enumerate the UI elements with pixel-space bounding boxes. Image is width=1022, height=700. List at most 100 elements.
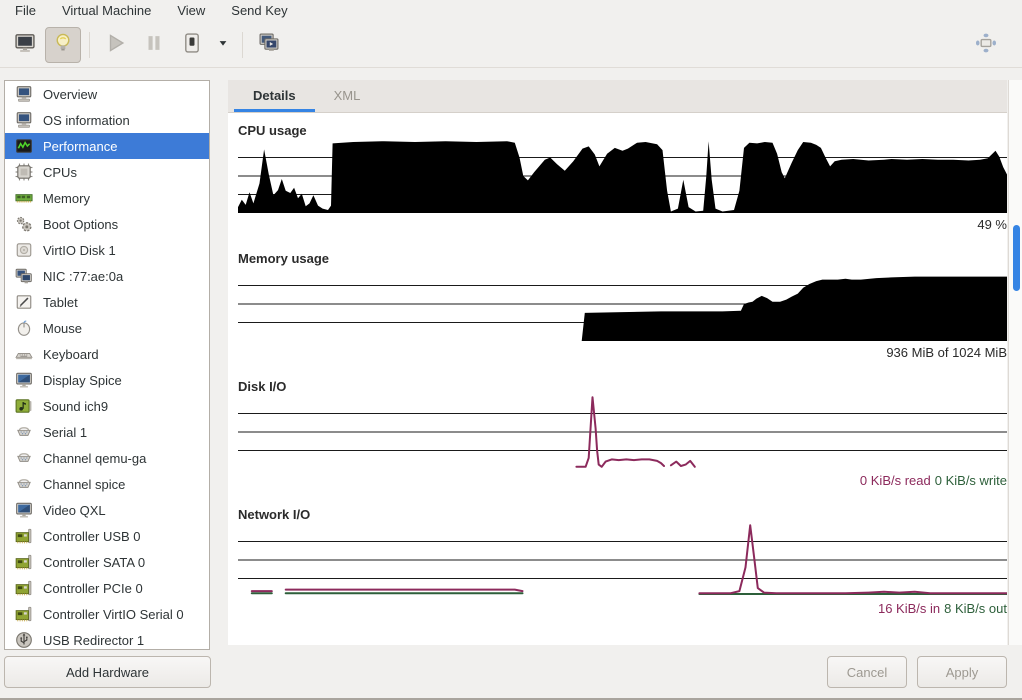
sidebar-item-label: Sound ich9: [43, 399, 108, 414]
mouse-icon: [14, 319, 34, 337]
scrollbar-thumb[interactable]: [1013, 225, 1020, 291]
network-io-sparkline: [238, 523, 1007, 597]
tab-xml[interactable]: XML: [315, 80, 380, 112]
sidebar-item-controller-pcie-0[interactable]: Controller PCIe 0: [5, 575, 209, 601]
menu-bar: FileVirtual MachineViewSend Key: [0, 0, 1022, 22]
cpu-usage-chart: CPU usage 49 %: [238, 123, 1007, 251]
controller-icon: [14, 527, 34, 545]
toolbar-run-button[interactable]: [98, 27, 134, 63]
sidebar-item-label: USB Redirector 1: [43, 633, 144, 648]
tab-details[interactable]: Details: [234, 80, 315, 112]
memory-usage-title: Memory usage: [238, 251, 329, 266]
controller-icon: [14, 553, 34, 571]
sidebar-item-nic-77-ae-0a[interactable]: NIC :77:ae:0a: [5, 263, 209, 289]
menu-file[interactable]: File: [2, 0, 49, 22]
computer-icon: [14, 111, 34, 129]
sidebar-item-label: Display Spice: [43, 373, 122, 388]
sidebar-item-controller-sata-0[interactable]: Controller SATA 0: [5, 549, 209, 575]
sidebar-item-boot-options[interactable]: Boot Options: [5, 211, 209, 237]
sidebar-item-label: Channel qemu-ga: [43, 451, 146, 466]
sidebar-item-label: Controller VirtIO Serial 0: [43, 607, 184, 622]
sidebar-item-label: VirtIO Disk 1: [43, 243, 116, 258]
cancel-button[interactable]: Cancel: [827, 656, 907, 688]
toolbar-pause-button[interactable]: [136, 27, 172, 63]
sidebar-item-label: Boot Options: [43, 217, 118, 232]
cpu-icon: [14, 163, 34, 181]
sidebar-item-label: CPUs: [43, 165, 77, 180]
sidebar-item-label: Channel spice: [43, 477, 125, 492]
network-stat-text-1: 8 KiB/s out: [944, 601, 1007, 616]
serial-icon: [14, 423, 34, 441]
sidebar-item-tablet[interactable]: Tablet: [5, 289, 209, 315]
sidebar-item-overview[interactable]: Overview: [5, 81, 209, 107]
performance-panel: CPU usage 49 % Memory usage 936 MiB of 1…: [228, 113, 1007, 645]
serial-icon: [14, 449, 34, 467]
computer-icon: [14, 85, 34, 103]
scrollbar-track[interactable]: [1008, 80, 1022, 645]
sidebar-item-label: OS information: [43, 113, 130, 128]
apply-button[interactable]: Apply: [917, 656, 1007, 688]
toolbar-shutdown-menu-button[interactable]: [212, 27, 234, 63]
sidebar-item-label: Controller SATA 0: [43, 555, 145, 570]
controller-icon: [14, 579, 34, 597]
toolbar-fullscreen-button[interactable]: [968, 27, 1004, 63]
add-hardware-button[interactable]: Add Hardware: [4, 656, 211, 688]
sidebar-item-label: Video QXL: [43, 503, 106, 518]
sidebar-item-virtio-disk-1[interactable]: VirtIO Disk 1: [5, 237, 209, 263]
sidebar-item-label: NIC :77:ae:0a: [43, 269, 123, 284]
sidebar-item-os-information[interactable]: OS information: [5, 107, 209, 133]
sidebar-item-label: Controller PCIe 0: [43, 581, 143, 596]
usb-icon: [14, 631, 34, 649]
monitor-icon: [14, 32, 36, 57]
menu-view[interactable]: View: [164, 0, 218, 22]
controller-icon: [14, 605, 34, 623]
sidebar-item-display-spice[interactable]: Display Spice: [5, 367, 209, 393]
cpu-usage-sparkline: [238, 139, 1007, 213]
sidebar-item-label: Serial 1: [43, 425, 87, 440]
lightbulb-icon: [52, 32, 74, 57]
sidebar-item-channel-spice[interactable]: Channel spice: [5, 471, 209, 497]
menu-send-key[interactable]: Send Key: [218, 0, 300, 22]
menu-virtual-machine[interactable]: Virtual Machine: [49, 0, 164, 22]
sidebar-item-label: Overview: [43, 87, 97, 102]
network-stat-text-0: 16 KiB/s in: [878, 601, 940, 616]
sidebar-item-channel-qemu-ga[interactable]: Channel qemu-ga: [5, 445, 209, 471]
sidebar-item-usb-redirector-1[interactable]: USB Redirector 1: [5, 627, 209, 650]
sidebar-item-performance[interactable]: Performance: [5, 133, 209, 159]
sound-icon: [14, 397, 34, 415]
play-icon: [105, 32, 127, 57]
sidebar-item-label: Memory: [43, 191, 90, 206]
disk-io-sparkline: [238, 395, 1007, 469]
toolbar-shutdown-button[interactable]: [174, 27, 210, 63]
sidebar-item-mouse[interactable]: Mouse: [5, 315, 209, 341]
sidebar-item-controller-virtio-serial-0[interactable]: Controller VirtIO Serial 0: [5, 601, 209, 627]
network-io-title: Network I/O: [238, 507, 310, 522]
sidebar-item-cpus[interactable]: CPUs: [5, 159, 209, 185]
sidebar-item-sound-ich9[interactable]: Sound ich9: [5, 393, 209, 419]
disk-io-chart: Disk I/O 0 KiB/s read0 KiB/s write: [238, 379, 1007, 507]
memory-stat-text: 936 MiB of 1024 MiB: [886, 345, 1007, 360]
memory-usage-sparkline: [238, 267, 1007, 341]
sidebar-item-label: Mouse: [43, 321, 82, 336]
disk-stat-text-1: 0 KiB/s write: [935, 473, 1007, 488]
performance-icon: [14, 137, 34, 155]
memory-usage-chart: Memory usage 936 MiB of 1024 MiB: [238, 251, 1007, 379]
serial-icon: [14, 475, 34, 493]
toolbar: [0, 22, 1022, 68]
sidebar-item-memory[interactable]: Memory: [5, 185, 209, 211]
sidebar-item-label: Controller USB 0: [43, 529, 141, 544]
cpu-usage-value: 49 %: [238, 217, 1007, 232]
sidebar-item-controller-usb-0[interactable]: Controller USB 0: [5, 523, 209, 549]
fullscreen-icon: [975, 32, 997, 57]
sidebar-item-label: Tablet: [43, 295, 78, 310]
sidebar-item-video-qxl[interactable]: Video QXL: [5, 497, 209, 523]
sidebar-item-label: Performance: [43, 139, 117, 154]
nic-icon: [14, 267, 34, 285]
toolbar-show-graphical-console-button[interactable]: [7, 27, 43, 63]
sidebar-item-keyboard[interactable]: Keyboard: [5, 341, 209, 367]
caret-down-icon: [217, 37, 229, 52]
toolbar-manage-snapshots-button[interactable]: [251, 27, 287, 63]
toolbar-show-virtual-hardware-details-button[interactable]: [45, 27, 81, 63]
hardware-list: Overview OS information Performance CPUs Mem…: [4, 80, 210, 650]
sidebar-item-serial-1[interactable]: Serial 1: [5, 419, 209, 445]
